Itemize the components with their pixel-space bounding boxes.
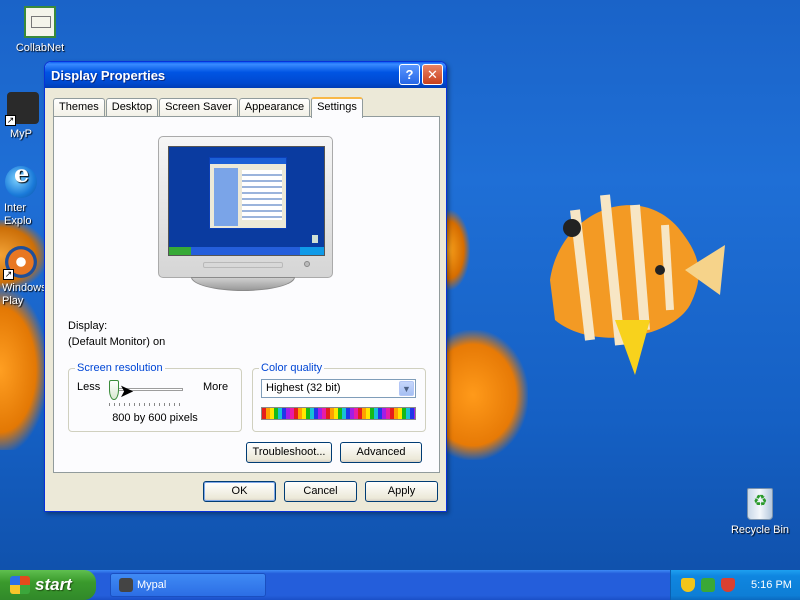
screen-resolution-title: Screen resolution [75, 362, 165, 374]
ok-button[interactable]: OK [203, 481, 276, 502]
mypal-icon [119, 578, 133, 592]
start-button[interactable]: start [0, 570, 96, 600]
settings-panel: Display: (Default Monitor) on Screen res… [53, 116, 440, 473]
desktop-icon-label: Recycle Bin [730, 524, 790, 536]
resolution-slider-ticks [109, 403, 183, 406]
windows-logo-icon [10, 576, 30, 594]
tab-themes[interactable]: Themes [53, 98, 105, 117]
screen-resolution-group: Screen resolution Less More ➤ 800 by 600… [68, 362, 242, 432]
fish-decoration [0, 290, 46, 450]
apply-button[interactable]: Apply [365, 481, 438, 502]
display-value: (Default Monitor) on [68, 336, 166, 348]
color-quality-select[interactable]: Highest (32 bit) ▼ [261, 379, 416, 398]
monitor-power-icon [304, 261, 310, 267]
help-icon: ? [405, 67, 414, 82]
desktop-icon-collabnet[interactable]: CollabNet [0, 6, 80, 55]
color-quality-title: Color quality [259, 362, 325, 374]
app-icon: ↗ [5, 92, 39, 126]
system-tray: 5:16 PM [670, 570, 800, 600]
desktop-icon-label: CollabNet [15, 42, 65, 54]
monitor-stand [191, 277, 295, 291]
internet-explorer-icon [5, 166, 37, 198]
display-properties-window: Display Properties ? ✕ Themes Desktop Sc… [44, 61, 447, 512]
resolution-slider-thumb[interactable] [109, 380, 119, 400]
desktop-icon-recycle-bin[interactable]: Recycle Bin [720, 488, 800, 537]
start-label: start [35, 575, 72, 594]
taskbar: start Mypal 5:16 PM [0, 570, 800, 600]
media-player-icon: ↗ [3, 246, 37, 280]
taskbar-item-label: Mypal [137, 579, 167, 591]
document-icon [24, 6, 56, 38]
tab-appearance[interactable]: Appearance [238, 98, 311, 117]
recycle-bin-icon [747, 488, 773, 520]
tab-settings[interactable]: Settings [311, 97, 363, 118]
fish-decoration [550, 194, 725, 375]
security-alert-icon[interactable] [721, 578, 735, 592]
color-quality-value: Highest (32 bit) [266, 382, 341, 394]
security-shield-icon[interactable] [681, 578, 695, 592]
title-bar[interactable]: Display Properties ? ✕ [45, 62, 446, 88]
more-label: More [203, 381, 229, 393]
network-icon[interactable] [701, 578, 715, 592]
less-label: Less [77, 381, 101, 393]
color-quality-group: Color quality Highest (32 bit) ▼ [252, 362, 426, 432]
tab-strip: Themes Desktop Screen Saver Appearance S… [53, 95, 364, 118]
tab-desktop[interactable]: Desktop [105, 98, 159, 117]
cancel-button[interactable]: Cancel [284, 481, 357, 502]
close-icon: ✕ [427, 66, 438, 82]
troubleshoot-button[interactable]: Troubleshoot... [246, 442, 332, 463]
close-button[interactable]: ✕ [422, 64, 443, 85]
color-spectrum-bar [261, 407, 416, 420]
help-button[interactable]: ? [399, 64, 420, 85]
monitor-screen [168, 146, 325, 256]
mouse-cursor-icon: ➤ [119, 381, 135, 401]
dialog-body: Themes Desktop Screen Saver Appearance S… [49, 88, 442, 507]
shortcut-arrow-icon: ↗ [3, 269, 14, 280]
window-title: Display Properties [51, 67, 166, 83]
display-label: Display: [68, 320, 108, 332]
chevron-down-icon[interactable]: ▼ [399, 381, 414, 396]
taskbar-item-mypal[interactable]: Mypal [110, 573, 266, 597]
monitor-preview [158, 136, 333, 278]
clock[interactable]: 5:16 PM [751, 579, 792, 591]
advanced-button[interactable]: Advanced [340, 442, 422, 463]
resolution-value: 800 by 600 pixels [112, 412, 198, 424]
tab-screen-saver[interactable]: Screen Saver [159, 98, 238, 117]
shortcut-arrow-icon: ↗ [5, 115, 16, 126]
